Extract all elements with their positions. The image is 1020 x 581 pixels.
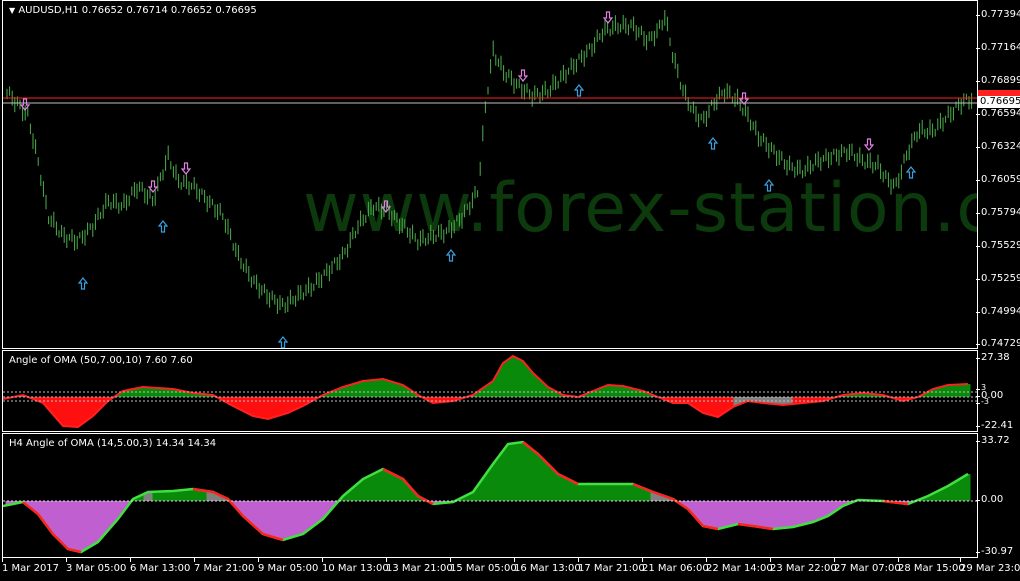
time-tick bbox=[130, 558, 131, 562]
time-tick bbox=[386, 558, 387, 562]
time-label: 28 Mar 15:00 bbox=[898, 563, 965, 574]
time-tick bbox=[514, 558, 515, 562]
time-label: 29 Mar 23:00 bbox=[960, 563, 1020, 574]
time-label: 7 Mar 21:00 bbox=[194, 563, 255, 574]
price-label: 0.75259 bbox=[975, 273, 1020, 284]
level-label: -22.41 bbox=[975, 420, 1014, 431]
time-label: 3 Mar 05:00 bbox=[66, 563, 127, 574]
time-tick bbox=[322, 558, 323, 562]
current-price-tag: 0.76695 bbox=[978, 96, 1020, 108]
price-label: 0.75529 bbox=[975, 240, 1020, 251]
indicator2-axis: 33.72 0.00 -30.97 bbox=[975, 433, 1020, 558]
time-label: 9 Mar 05:00 bbox=[258, 563, 319, 574]
time-label: 17 Mar 21:00 bbox=[578, 563, 645, 574]
indicator1-axis: 27.38 3 0.00 -3 -22.41 bbox=[975, 350, 1020, 432]
time-label: 27 Mar 07:00 bbox=[834, 563, 901, 574]
price-label: 0.76059 bbox=[975, 174, 1020, 185]
price-label: 0.77164 bbox=[975, 42, 1020, 53]
time-tick bbox=[578, 558, 579, 562]
time-tick bbox=[898, 558, 899, 562]
time-tick bbox=[194, 558, 195, 562]
time-label: 10 Mar 13:00 bbox=[322, 563, 389, 574]
level-label: -3 bbox=[976, 397, 989, 406]
time-label: 23 Mar 22:00 bbox=[770, 563, 837, 574]
time-tick bbox=[834, 558, 835, 562]
time-tick bbox=[450, 558, 451, 562]
indicator2-title: H4 Angle of OMA (14,5.00,3) 14.34 14.34 bbox=[9, 438, 217, 449]
price-chart bbox=[3, 10, 977, 348]
indicator2-chart bbox=[3, 440, 977, 554]
price-label: 0.76594 bbox=[975, 108, 1020, 119]
time-tick bbox=[66, 558, 67, 562]
indicator1-title: Angle of OMA (50,7.00,10) 7.60 7.60 bbox=[9, 355, 193, 366]
level-label: -30.97 bbox=[975, 546, 1014, 557]
time-label: 21 Mar 06:00 bbox=[642, 563, 709, 574]
price-axis: 0.77394 0.77164 0.76899 0.76594 0.76324 … bbox=[975, 0, 1020, 349]
time-tick bbox=[258, 558, 259, 562]
indicator2-pane[interactable]: H4 Angle of OMA (14,5.00,3) 14.34 14.34 bbox=[2, 433, 978, 558]
time-tick bbox=[770, 558, 771, 562]
symbol-quote: AUDUSD,H1 0.76652 0.76714 0.76652 0.7669… bbox=[18, 5, 257, 16]
price-label: 0.77394 bbox=[975, 9, 1020, 20]
chart-menu-icon[interactable]: ▼ bbox=[9, 6, 15, 15]
level-label: 27.38 bbox=[976, 352, 1010, 363]
chart-title: ▼ AUDUSD,H1 0.76652 0.76714 0.76652 0.76… bbox=[9, 5, 257, 16]
time-label: 22 Mar 14:00 bbox=[706, 563, 773, 574]
time-tick bbox=[960, 558, 961, 562]
level-label: 33.72 bbox=[976, 435, 1010, 446]
price-label: 0.74994 bbox=[975, 306, 1020, 317]
price-label: 0.76899 bbox=[975, 75, 1020, 86]
time-label: 15 Mar 05:00 bbox=[450, 563, 517, 574]
price-chart-pane[interactable]: www.forex-station.com ▼ AUDUSD,H1 0.7665… bbox=[2, 0, 978, 349]
indicator1-pane[interactable]: Angle of OMA (50,7.00,10) 7.60 7.60 bbox=[2, 350, 978, 432]
time-label: 1 Mar 2017 bbox=[2, 563, 60, 574]
time-tick bbox=[706, 558, 707, 562]
price-label: 0.75794 bbox=[975, 207, 1020, 218]
level-label: 0.00 bbox=[975, 494, 1004, 505]
time-tick bbox=[642, 558, 643, 562]
time-label: 13 Mar 21:00 bbox=[386, 563, 453, 574]
time-label: 6 Mar 13:00 bbox=[130, 563, 191, 574]
time-label: 16 Mar 13:00 bbox=[514, 563, 581, 574]
time-tick bbox=[2, 558, 3, 562]
price-label: 0.76324 bbox=[975, 141, 1020, 152]
price-label: 0.74729 bbox=[975, 338, 1020, 349]
